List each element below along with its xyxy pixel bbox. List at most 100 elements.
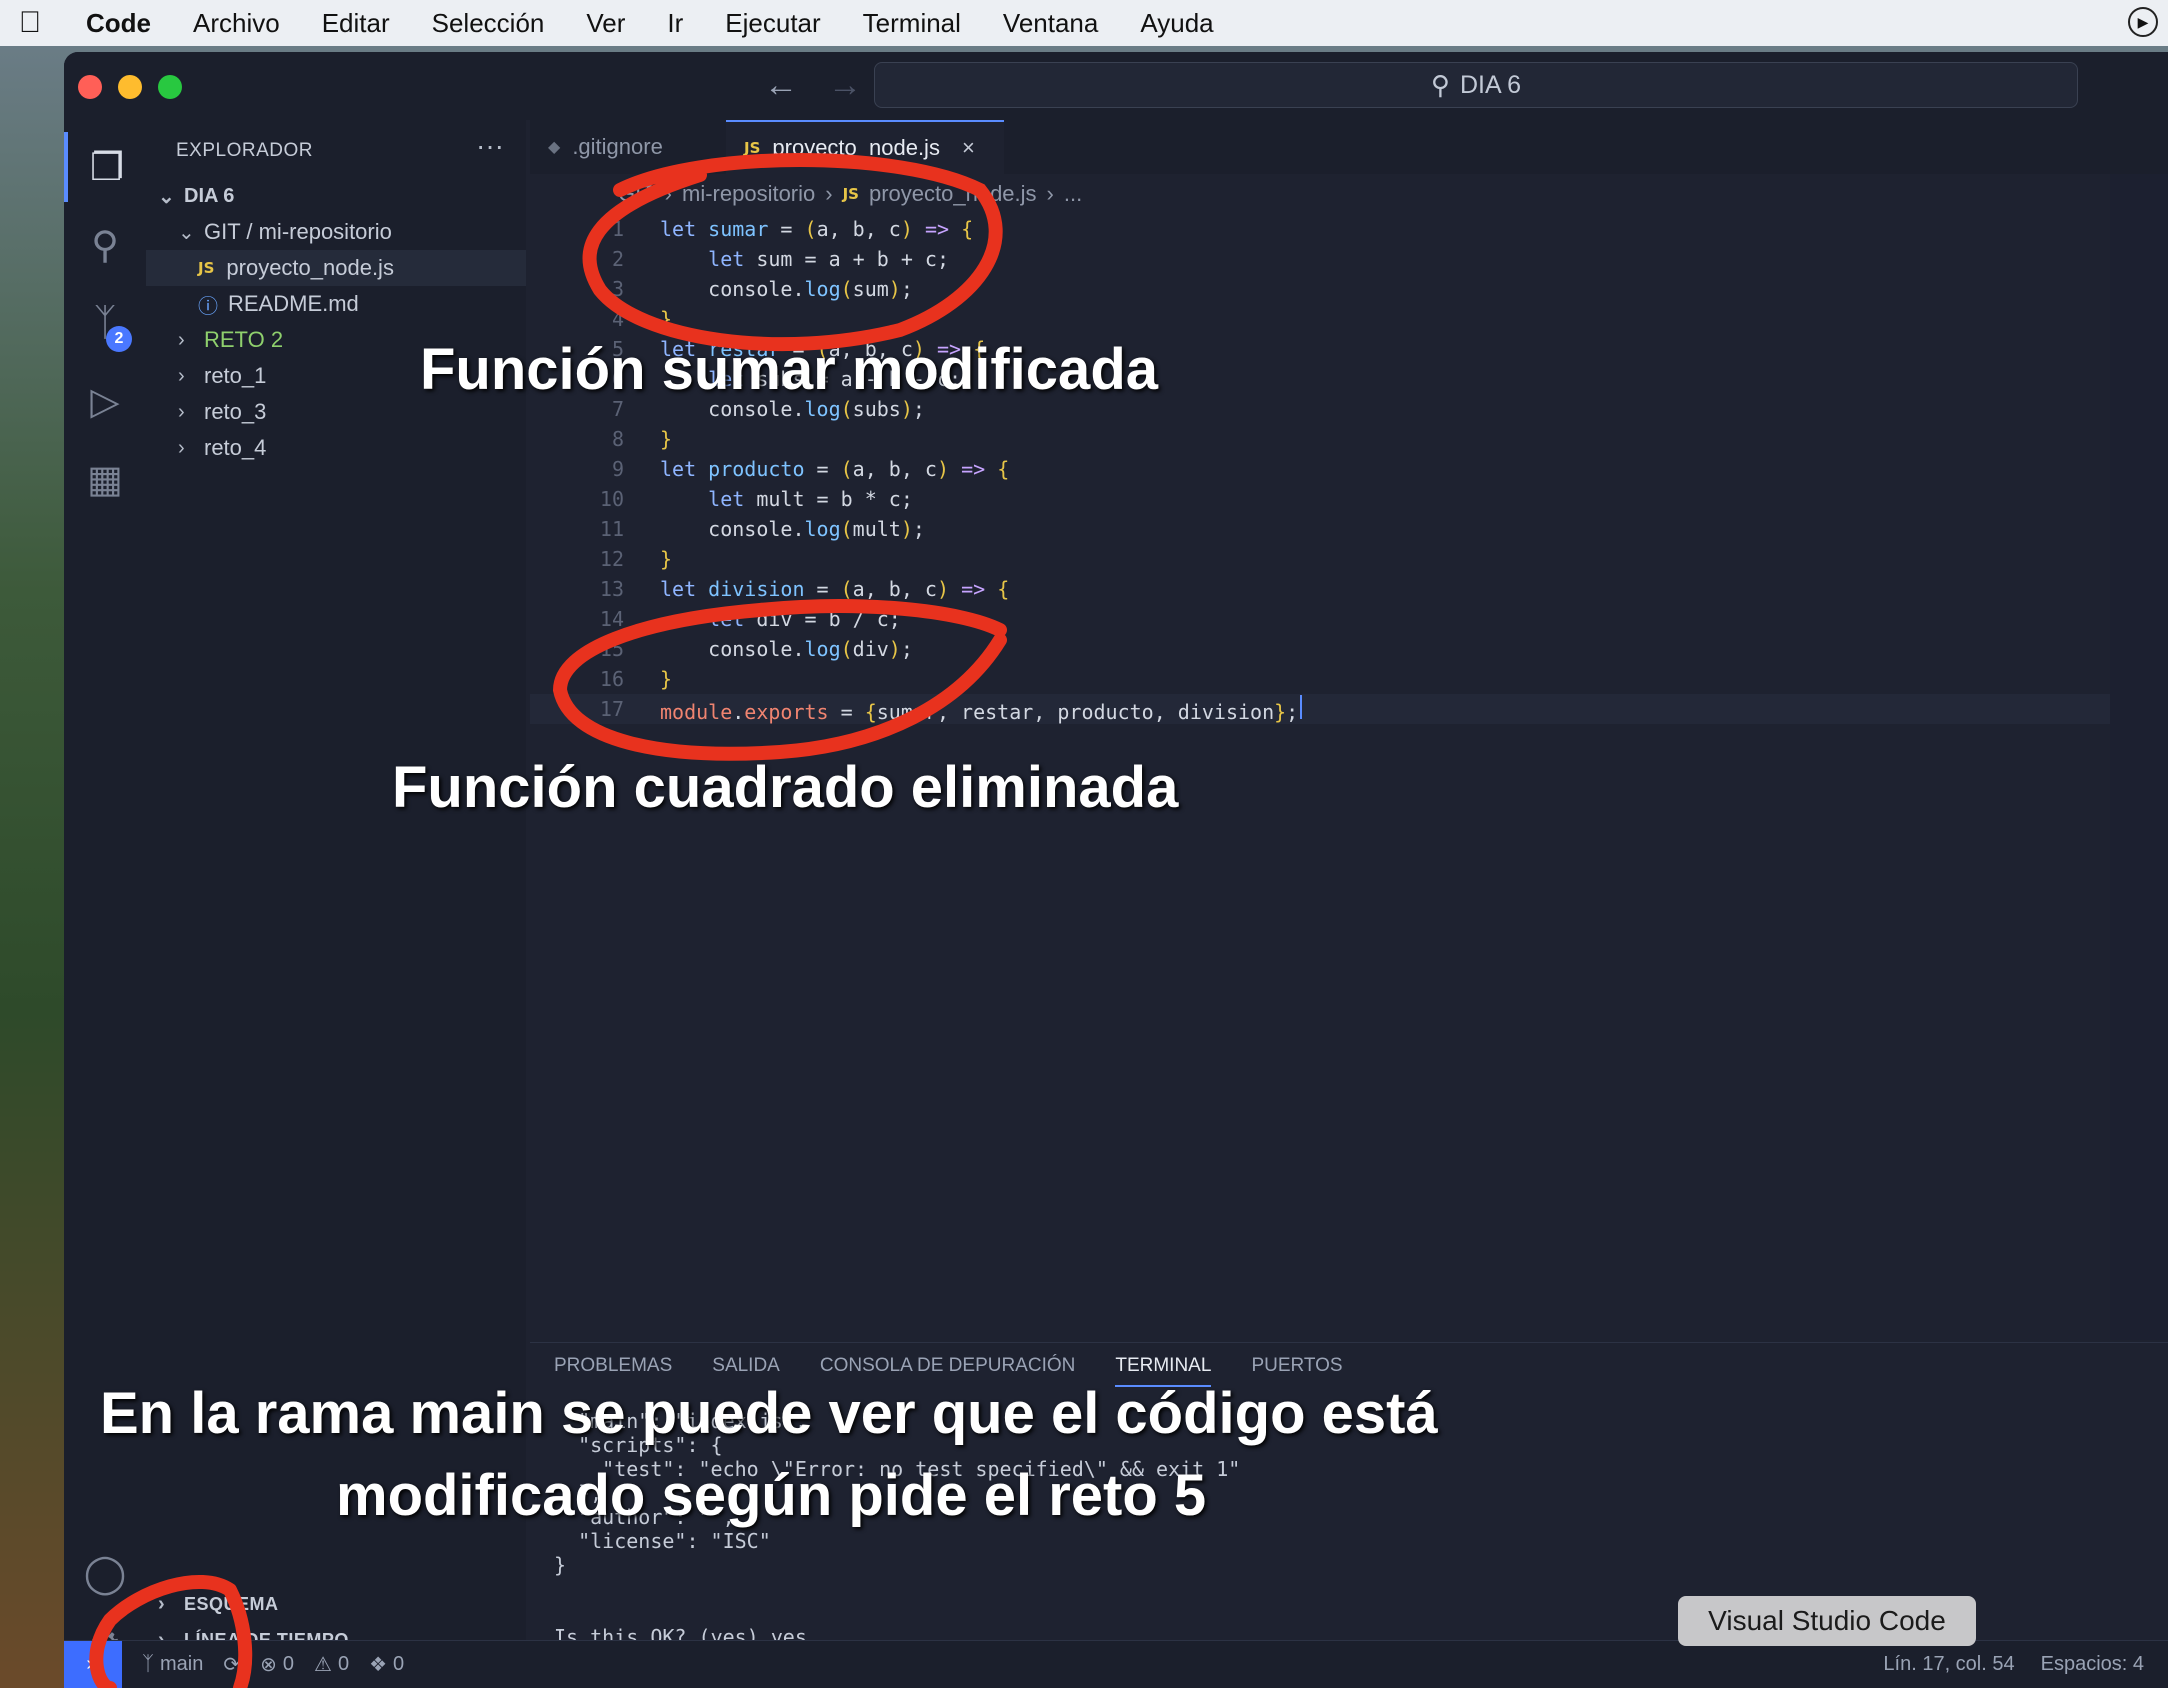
line-number: 12	[599, 547, 624, 571]
annotation-main-line2: modificado según pide el reto 5	[336, 1463, 1207, 1528]
command-center-search[interactable]: ⚲ DIA 6	[874, 62, 2078, 108]
terminal-output[interactable]: "main": "index.js", "scripts": { "test":…	[554, 1409, 1240, 1674]
git-file-icon: ◆	[548, 139, 561, 156]
breadcrumb-git[interactable]: GIT	[618, 181, 655, 207]
menu-editar[interactable]: Editar	[301, 8, 411, 39]
close-window-button[interactable]	[78, 75, 102, 99]
code-line[interactable]: 1 let sumar = (a, b, c) => {	[530, 214, 2168, 244]
error-count[interactable]: 0	[283, 1653, 294, 1676]
maximize-window-button[interactable]	[158, 75, 182, 99]
breadcrumb: GIT › mi-repositorio › JS proyecto_node.js…	[618, 181, 1083, 207]
more-actions-icon[interactable]: ···	[476, 130, 504, 162]
menu-ayuda[interactable]: Ayuda	[1119, 8, 1234, 39]
apple-icon[interactable]: 	[0, 6, 60, 40]
line-number: 17	[599, 697, 624, 721]
menu-archivo[interactable]: Archivo	[172, 8, 301, 39]
remote-indicator-icon[interactable]: ›‹	[64, 1640, 122, 1688]
search-icon[interactable]: ⚲	[64, 210, 146, 280]
line-text: let div = b / c;	[708, 607, 901, 631]
annotation-main-line1: En la rama main se puede ver que el códi…	[100, 1381, 1438, 1446]
breadcrumb-repo[interactable]: mi-repositorio	[682, 181, 815, 207]
code-line[interactable]: 4}	[530, 304, 2168, 334]
line-text: }	[660, 667, 673, 691]
branch-icon: ᛉ	[142, 1653, 154, 1675]
menu-seleccion[interactable]: Selección	[411, 8, 566, 39]
line-number: 2	[611, 247, 624, 271]
code-line[interactable]: 2 let sum = a + b + c;	[530, 244, 2168, 274]
line-number: 8	[611, 427, 624, 451]
warning-count[interactable]: 0	[338, 1653, 349, 1676]
code-line[interactable]: 15 console.log(div);	[530, 634, 2168, 664]
tree-file-proyecto-node[interactable]: JS proyecto_node.js	[146, 250, 526, 286]
close-tab-icon[interactable]: ×	[962, 135, 975, 161]
breadcrumb-symbols[interactable]: ...	[1064, 181, 1082, 207]
menu-app-name[interactable]: Code	[60, 8, 172, 39]
line-number: 13	[599, 577, 624, 601]
sync-icon[interactable]: ⟳	[223, 1652, 240, 1677]
line-text: console.log(mult);	[660, 517, 925, 541]
cursor-position[interactable]: Lín. 17, col. 54	[1883, 1653, 2014, 1676]
dock-tooltip: Visual Studio Code	[1678, 1596, 1976, 1646]
menu-ejecutar[interactable]: Ejecutar	[704, 8, 841, 39]
tree-file-readme[interactable]: ⓘ README.md	[146, 286, 526, 322]
tab-gitignore[interactable]: ◆ .gitignore	[530, 120, 726, 174]
minimap[interactable]	[2110, 174, 2168, 1340]
forward-arrow-icon[interactable]: →	[828, 66, 862, 104]
menu-ir[interactable]: Ir	[646, 8, 704, 39]
back-arrow-icon[interactable]: ←	[764, 66, 798, 104]
extensions-icon[interactable]: ▦	[64, 444, 146, 514]
indentation[interactable]: Espacios: 4	[2041, 1653, 2144, 1676]
branch-name[interactable]: main	[160, 1653, 203, 1676]
explorer-icon[interactable]: ❐	[64, 132, 146, 202]
editor-group: ◆ .gitignore JS proyecto_node.js × GIT › …	[530, 120, 2168, 1340]
play-status-icon[interactable]: ▶	[2128, 7, 2158, 37]
code-line[interactable]: 12}	[530, 544, 2168, 574]
tree-root-folder[interactable]: ⌄ DIA 6	[146, 178, 526, 214]
code-line[interactable]: 14 let div = b / c;	[530, 604, 2168, 634]
code-line[interactable]: 17 module.exports = {sumar, restar, produ…	[530, 694, 2168, 724]
breadcrumb-file[interactable]: proyecto_node.js	[869, 181, 1037, 207]
account-icon[interactable]: ◯	[64, 1538, 146, 1608]
line-text: }	[660, 307, 673, 331]
menu-ver[interactable]: Ver	[565, 8, 646, 39]
code-line[interactable]: 3 console.log(sum);	[530, 274, 2168, 304]
code-line[interactable]: 16}	[530, 664, 2168, 694]
text-caret	[1300, 694, 1303, 719]
code-line[interactable]: 11 console.log(mult);	[530, 514, 2168, 544]
line-text: console.log(div);	[660, 637, 913, 661]
menu-terminal[interactable]: Terminal	[842, 8, 982, 39]
line-text: }	[660, 427, 673, 451]
line-text: }	[660, 547, 673, 571]
annotation-sumar: Función sumar modificada	[420, 337, 1158, 402]
code-line[interactable]: 9 let producto = (a, b, c) => {	[530, 454, 2168, 484]
js-file-icon: JS	[198, 259, 215, 277]
code-line[interactable]: 8}	[530, 424, 2168, 454]
line-number: 1	[611, 217, 624, 241]
search-icon: ⚲	[1430, 69, 1450, 100]
chevron-right-icon: ›	[158, 1592, 166, 1615]
code-line[interactable]: 10 let mult = b * c;	[530, 484, 2168, 514]
run-debug-icon[interactable]: ▷	[64, 366, 146, 436]
line-text: let sum = a + b + c;	[708, 247, 949, 271]
source-control-icon[interactable]: ᛉ 2	[64, 288, 146, 358]
outline-section[interactable]: › ESQUEMA	[146, 1586, 526, 1622]
line-text: let mult = b * c;	[708, 487, 913, 511]
line-number: 3	[611, 277, 624, 301]
tree-repo-folder[interactable]: ⌄ GIT / mi-repositorio	[146, 214, 526, 250]
tab-proyecto-node[interactable]: JS proyecto_node.js ×	[726, 120, 1004, 174]
info-icon: ⓘ	[198, 295, 218, 318]
tree-folder-reto4[interactable]: › reto_4	[146, 430, 526, 466]
line-text: let division = (a, b, c) => {	[660, 577, 1010, 601]
line-number: 14	[599, 607, 624, 631]
menu-ventana[interactable]: Ventana	[982, 8, 1119, 39]
terminal-line: }	[554, 1553, 567, 1577]
line-number: 11	[599, 517, 624, 541]
ports-count[interactable]: 0	[393, 1653, 404, 1676]
line-number: 10	[599, 487, 624, 511]
code-line[interactable]: 13 let division = (a, b, c) => {	[530, 574, 2168, 604]
macos-menubar:  Code Archivo Editar Selección Ver Ir E…	[0, 0, 2168, 46]
minimize-window-button[interactable]	[118, 75, 142, 99]
line-text: module.exports = {sumar, restar, product…	[660, 694, 1303, 724]
error-icon: ⊗	[260, 1654, 277, 1676]
